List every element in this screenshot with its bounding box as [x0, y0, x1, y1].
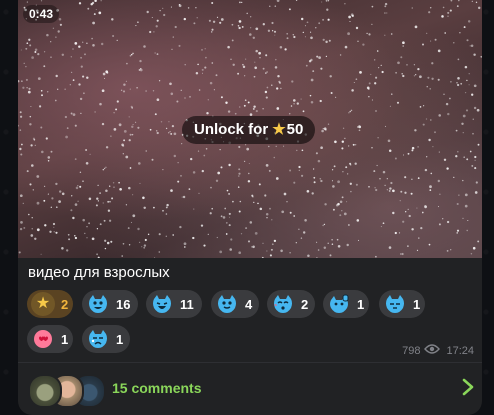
message-caption: видео для взрослых: [28, 264, 170, 281]
reaction-count: 16: [116, 296, 131, 312]
comments-label: 15 comments: [112, 380, 202, 396]
blue-cat-grin-icon: [86, 292, 110, 316]
eye-icon: [424, 344, 441, 357]
reaction-blue-cat-laugh[interactable]: 11: [146, 290, 202, 318]
reaction-count: 4: [245, 296, 253, 312]
heart-face-icon: [31, 327, 55, 351]
blurred-paid-video[interactable]: 0:43 Unlock for ★50: [18, 0, 482, 258]
reaction-count: 2: [301, 296, 309, 312]
comments-button[interactable]: 15 comments: [18, 363, 482, 415]
video-duration: 0:43: [23, 5, 60, 23]
star-icon: ★: [272, 121, 286, 138]
reaction-blue-cat-cry[interactable]: 1: [82, 325, 130, 353]
reaction-count: 1: [357, 296, 365, 312]
reaction-count: 11: [180, 296, 194, 312]
blue-cat-cry-icon: [86, 327, 110, 351]
reaction-count: 1: [116, 331, 124, 347]
reaction-blue-cat-grin[interactable]: 16: [82, 290, 138, 318]
reaction-count: 1: [61, 331, 69, 347]
unlock-button[interactable]: Unlock for ★50: [182, 116, 316, 144]
reaction-star[interactable]: ★ 2: [27, 290, 73, 318]
unlock-price: 50: [286, 121, 304, 138]
blue-cat-laugh-icon: [150, 292, 174, 316]
message-bubble[interactable]: 0:43 Unlock for ★50 видео для взрослых ★ …: [18, 0, 482, 415]
avatar: [28, 374, 62, 408]
reaction-blue-cat-kiss[interactable]: 2: [267, 290, 315, 318]
chevron-right-icon: [462, 378, 474, 400]
star-icon: ★: [31, 292, 55, 316]
reaction-count: 1: [413, 296, 421, 312]
reaction-blue-cat-smile[interactable]: 4: [211, 290, 259, 318]
reaction-count: 2: [61, 296, 69, 312]
message-meta: 798 17:24: [402, 344, 474, 357]
blue-cat-sleepy-icon: [383, 292, 407, 316]
blue-cat-thumbs-icon: [327, 292, 351, 316]
blue-cat-smile-icon: [215, 292, 239, 316]
reaction-blue-cat-sleepy[interactable]: 1: [379, 290, 425, 318]
blue-cat-kiss-icon: [271, 292, 295, 316]
message-time: 17:24: [446, 344, 474, 357]
reaction-heart-face[interactable]: 1: [27, 325, 73, 353]
unlock-label: Unlock for: [194, 121, 269, 138]
view-count: 798: [402, 344, 421, 357]
reaction-blue-cat-thumbs[interactable]: 1: [323, 290, 369, 318]
